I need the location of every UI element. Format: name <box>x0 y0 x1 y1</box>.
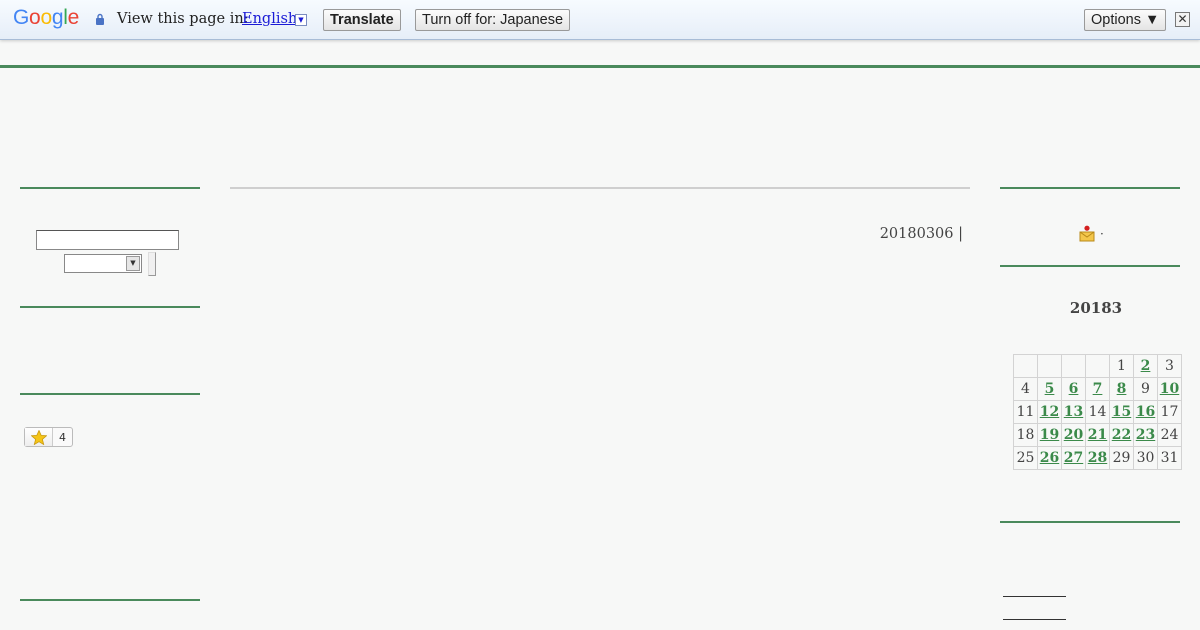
calendar-day[interactable]: 5 <box>1037 377 1062 401</box>
options-button[interactable]: Options ▼ <box>1084 9 1167 31</box>
calendar-day[interactable]: 20 <box>1061 423 1086 447</box>
calendar-day-link[interactable]: 13 <box>1064 404 1083 420</box>
calendar-day-link[interactable]: 7 <box>1093 381 1103 397</box>
calendar-day-link[interactable]: 12 <box>1040 404 1059 420</box>
calendar-day[interactable]: 26 <box>1037 446 1062 470</box>
main-divider <box>230 187 970 189</box>
left-section-divider <box>20 393 200 395</box>
calendar-day[interactable]: 28 <box>1085 446 1110 470</box>
google-logo: Google <box>13 6 79 29</box>
calendar-day <box>1037 354 1062 378</box>
star-count: 4 <box>59 430 66 444</box>
calendar-day[interactable]: 27 <box>1061 446 1086 470</box>
calendar-day[interactable]: 15 <box>1109 400 1134 424</box>
calendar-day-link[interactable]: 16 <box>1136 404 1155 420</box>
calendar-day <box>1085 354 1110 378</box>
short-divider <box>1003 596 1066 597</box>
calendar-day: 24 <box>1157 423 1182 447</box>
calendar-day: 11 <box>1013 400 1038 424</box>
calendar-day[interactable]: 21 <box>1085 423 1110 447</box>
lock-icon <box>96 13 104 25</box>
header-divider <box>0 65 1200 68</box>
calendar-day: 1 <box>1109 354 1134 378</box>
language-link[interactable]: English <box>242 11 297 27</box>
calendar-week-row: 25 26 27 28 29 30 31 <box>1013 446 1182 470</box>
close-icon[interactable]: ✕ <box>1175 12 1190 27</box>
calendar-day-link[interactable]: 26 <box>1040 450 1059 466</box>
calendar-day[interactable]: 8 <box>1109 377 1134 401</box>
search-input[interactable] <box>36 230 179 250</box>
calendar-day: 9 <box>1133 377 1158 401</box>
calendar-day[interactable]: 12 <box>1037 400 1062 424</box>
calendar-day[interactable]: 22 <box>1109 423 1134 447</box>
calendar-day: 18 <box>1013 423 1038 447</box>
calendar-day[interactable]: 10 <box>1157 377 1182 401</box>
search-button[interactable] <box>148 252 156 276</box>
calendar-day-link[interactable]: 2 <box>1141 358 1151 374</box>
calendar-day-link[interactable]: 5 <box>1045 381 1055 397</box>
calendar-week-row: 123 <box>1013 354 1182 378</box>
calendar-day-link[interactable]: 10 <box>1160 381 1179 397</box>
calendar-day[interactable]: 16 <box>1133 400 1158 424</box>
search-scope-select[interactable]: ▼ <box>64 254 142 273</box>
calendar-title: 20183 <box>1069 299 1123 317</box>
calendar-day-link[interactable]: 6 <box>1069 381 1079 397</box>
calendar-week-row: 11 12 13 14 15 16 17 <box>1013 400 1182 424</box>
calendar-day: 14 <box>1085 400 1110 424</box>
star-widget[interactable]: 4 <box>24 427 73 447</box>
calendar-day-link[interactable]: 23 <box>1136 427 1155 443</box>
calendar-day-link[interactable]: 22 <box>1112 427 1131 443</box>
calendar-day <box>1013 354 1038 378</box>
calendar: 1 2 3 4 5 6 7 8 9 10 11 12 13 14 15 16 17 18 19 20 21 22 23 24 2… <box>1013 354 1182 470</box>
calendar-day-link[interactable]: 8 <box>1117 381 1127 397</box>
calendar-day-link[interactable]: 20 <box>1064 427 1083 443</box>
calendar-day-link[interactable]: 27 <box>1064 450 1083 466</box>
translate-button[interactable]: Translate <box>323 9 401 31</box>
calendar-day: 31 <box>1157 446 1182 470</box>
entry-date: 20180306 | <box>879 226 963 242</box>
star-icon[interactable] <box>25 428 53 446</box>
mail-icon[interactable] <box>1079 225 1095 242</box>
calendar-day: 4 <box>1013 377 1038 401</box>
calendar-day: 30 <box>1133 446 1158 470</box>
turn-off-button[interactable]: Turn off for: Japanese <box>415 9 571 31</box>
mail-suffix: · <box>1100 227 1104 241</box>
calendar-day: 17 <box>1157 400 1182 424</box>
left-section-divider <box>20 599 200 601</box>
left-section-divider <box>20 187 200 189</box>
calendar-day[interactable]: 6 <box>1061 377 1086 401</box>
calendar-day[interactable]: 19 <box>1037 423 1062 447</box>
calendar-day-link[interactable]: 19 <box>1040 427 1059 443</box>
calendar-day: 25 <box>1013 446 1038 470</box>
calendar-day[interactable]: 7 <box>1085 377 1110 401</box>
calendar-day[interactable]: 2 <box>1133 354 1158 378</box>
right-section-divider <box>1000 187 1180 189</box>
calendar-day <box>1061 354 1086 378</box>
right-section-divider <box>1000 265 1180 267</box>
calendar-day: 29 <box>1109 446 1134 470</box>
calendar-week-row: 18 19 20 21 22 23 24 <box>1013 423 1182 447</box>
translate-bar: Google View this page in: English ▼ Tran… <box>0 0 1200 40</box>
view-page-label: View this page in: <box>117 11 249 27</box>
calendar-day[interactable]: 23 <box>1133 423 1158 447</box>
calendar-day: 3 <box>1157 354 1182 378</box>
calendar-day-link[interactable]: 15 <box>1112 404 1131 420</box>
right-section-divider <box>1000 521 1180 523</box>
language-dropdown-icon[interactable]: ▼ <box>295 14 307 26</box>
calendar-day-link[interactable]: 21 <box>1088 427 1107 443</box>
chevron-down-icon[interactable]: ▼ <box>126 256 140 271</box>
calendar-day-link[interactable]: 28 <box>1088 450 1107 466</box>
short-divider <box>1003 619 1066 620</box>
left-section-divider <box>20 306 200 308</box>
calendar-day[interactable]: 13 <box>1061 400 1086 424</box>
calendar-week-row: 4 5 6 7 8 9 10 <box>1013 377 1182 401</box>
